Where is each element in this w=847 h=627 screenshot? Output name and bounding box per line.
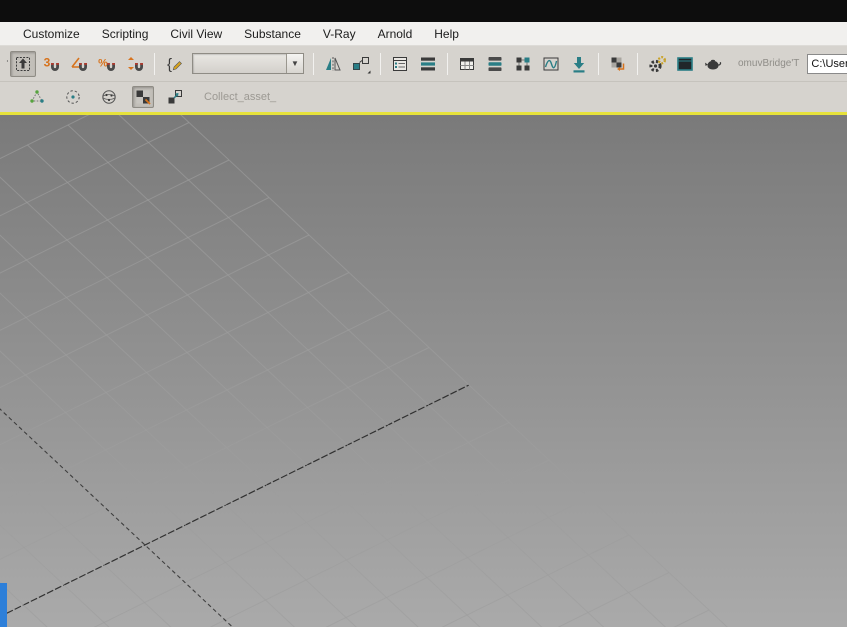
curve-editor-icon bbox=[488, 56, 502, 71]
align-button[interactable] bbox=[348, 51, 374, 77]
menu-bar: Customize Scripting Civil View Substance… bbox=[0, 22, 847, 46]
dotted-sphere-button[interactable] bbox=[98, 86, 120, 108]
texture-checker-button[interactable] bbox=[132, 86, 154, 108]
toolbar-separator bbox=[637, 52, 638, 75]
render-setup-gear-button[interactable] bbox=[644, 51, 670, 77]
ribbon-icon bbox=[460, 57, 474, 70]
dropdown-arrow-button[interactable]: ▼ bbox=[286, 54, 303, 73]
spinner-snap-icon bbox=[128, 56, 143, 71]
render-production-button[interactable] bbox=[700, 51, 726, 77]
mirror-icon bbox=[326, 56, 341, 71]
select-object-button[interactable] bbox=[10, 50, 36, 77]
3d-snap-toggle-button[interactable]: 3 bbox=[38, 51, 64, 77]
slate-material-editor-button[interactable] bbox=[605, 51, 631, 77]
percent-snap-toggle-button[interactable]: % bbox=[94, 51, 120, 77]
toolbar-separator bbox=[598, 52, 599, 75]
align-icon bbox=[353, 56, 371, 73]
spinner-snap-toggle-button[interactable] bbox=[122, 51, 148, 77]
toolbar-separator bbox=[380, 52, 381, 75]
toolbar-separator bbox=[447, 52, 448, 75]
partial-icon bbox=[2, 84, 8, 104]
3d-snap-icon: 3 bbox=[44, 55, 59, 71]
points-triangle-icon bbox=[30, 90, 44, 103]
mirror-button[interactable] bbox=[320, 51, 346, 77]
toggle-scene-explorer-button[interactable] bbox=[387, 51, 413, 77]
render-setup-button[interactable] bbox=[566, 51, 592, 77]
collect-asset-button[interactable]: Collect_asset_ bbox=[204, 91, 276, 103]
points-triangle-button[interactable] bbox=[26, 86, 48, 108]
dashed-circle-icon bbox=[66, 90, 80, 104]
toggle-layer-explorer-button[interactable] bbox=[415, 51, 441, 77]
texture-checker-icon bbox=[136, 90, 151, 105]
teapot-icon bbox=[705, 59, 722, 69]
clipped-icon bbox=[2, 84, 8, 110]
perspective-viewport[interactable] bbox=[0, 115, 847, 627]
named-selection-sets-dropdown[interactable]: ▼ bbox=[192, 53, 304, 74]
dotted-sphere-icon bbox=[102, 90, 116, 104]
render-frame-icon bbox=[677, 56, 693, 71]
download-arrow-icon bbox=[573, 56, 585, 72]
menu-customize[interactable]: Customize bbox=[12, 24, 91, 44]
menu-civil-view[interactable]: Civil View bbox=[159, 24, 233, 44]
select-object-icon bbox=[16, 56, 30, 71]
partial-icon bbox=[6, 59, 8, 62]
svg-text:%: % bbox=[98, 57, 108, 69]
menu-arnold[interactable]: Arnold bbox=[367, 24, 424, 44]
percent-snap-icon: % bbox=[98, 57, 115, 71]
toolbar-separator bbox=[313, 52, 314, 75]
angle-snap-toggle-button[interactable] bbox=[66, 51, 92, 77]
titlebar-strip bbox=[0, 0, 847, 22]
checker-arrow-icon bbox=[611, 57, 625, 71]
3ds-max-window: Customize Scripting Civil View Substance… bbox=[0, 0, 847, 627]
edit-named-selection-sets-button[interactable]: { bbox=[161, 51, 187, 77]
bridge-script-label: omuvBridge'T bbox=[738, 58, 800, 69]
named-sets-icon: { bbox=[167, 56, 182, 73]
schematic-view-icon bbox=[516, 57, 530, 70]
rendered-frame-window-button[interactable] bbox=[672, 51, 698, 77]
menu-help[interactable]: Help bbox=[423, 24, 470, 44]
material-editor-button[interactable] bbox=[538, 51, 564, 77]
scene-explorer-icon bbox=[393, 56, 407, 71]
layer-explorer-icon bbox=[421, 57, 435, 70]
dashed-circle-button[interactable] bbox=[62, 86, 84, 108]
secondary-toolbar: Collect_asset_ bbox=[0, 82, 847, 112]
toolbar-separator bbox=[154, 52, 155, 75]
instance-boxes-button[interactable] bbox=[164, 86, 186, 108]
instance-boxes-icon bbox=[168, 90, 182, 104]
toggle-ribbon-button[interactable] bbox=[454, 51, 480, 77]
clipped-icon bbox=[2, 51, 8, 77]
main-toolbar: 3 % {▼ omuvBridge'T C:\Users\ bbox=[0, 46, 847, 82]
menu-substance[interactable]: Substance bbox=[233, 24, 312, 44]
material-editor-icon bbox=[543, 57, 559, 70]
menu-vray[interactable]: V-Ray bbox=[312, 24, 367, 44]
curve-editor-button[interactable] bbox=[482, 51, 508, 77]
background-window-edge bbox=[0, 583, 7, 627]
svg-text:3: 3 bbox=[44, 55, 51, 69]
angle-snap-icon bbox=[71, 57, 87, 71]
schematic-view-button[interactable] bbox=[510, 51, 536, 77]
project-path-field[interactable] bbox=[807, 53, 847, 74]
svg-text:{: { bbox=[167, 56, 172, 73]
home-grid bbox=[0, 115, 728, 627]
chevron-down-icon: ▼ bbox=[291, 58, 299, 68]
menu-scripting[interactable]: Scripting bbox=[91, 24, 160, 44]
gear-icon bbox=[649, 55, 667, 72]
